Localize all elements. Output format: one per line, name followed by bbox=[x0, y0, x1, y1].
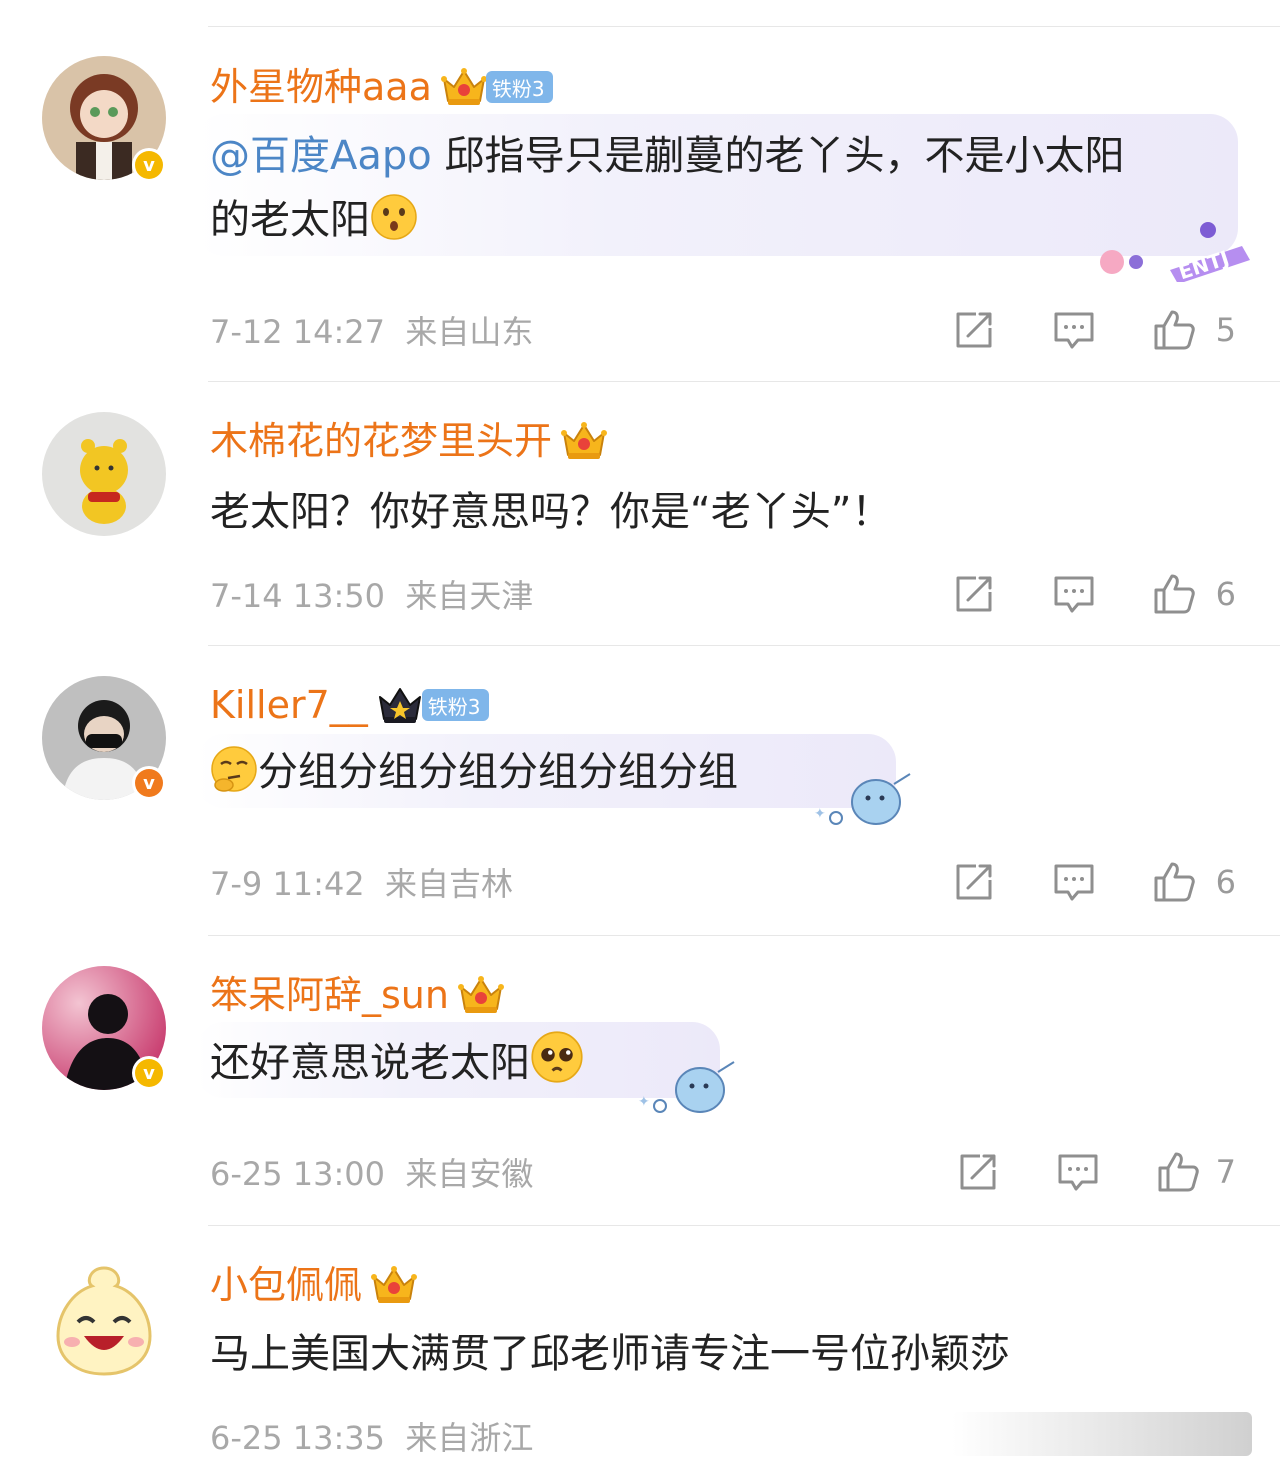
comment-text: 分组分组分组分组分组分组 bbox=[210, 740, 738, 804]
avatar[interactable] bbox=[42, 1256, 166, 1380]
username[interactable]: 木棉花的花梦里头开 bbox=[210, 416, 552, 466]
crown-icon bbox=[440, 65, 488, 109]
location: 来自安徽 bbox=[405, 1155, 534, 1193]
timestamp: 6-25 13:35 bbox=[210, 1419, 386, 1457]
like-count: 5 bbox=[1215, 311, 1236, 349]
crown-icon bbox=[376, 683, 424, 727]
fan-badge[interactable]: 铁粉3 bbox=[485, 71, 553, 103]
fan-badge[interactable]: 铁粉3 bbox=[421, 689, 489, 721]
comment-item: v 外星物种aaa 铁粉3 @百度Aapo 邱指导只是蒯蔓的老丫头，不是小太阳 … bbox=[0, 0, 1280, 382]
verified-icon: v bbox=[132, 148, 166, 182]
like-icon[interactable] bbox=[1152, 860, 1196, 904]
username[interactable]: Killer7__ bbox=[210, 680, 368, 730]
like-icon[interactable] bbox=[1152, 308, 1196, 352]
comment-item: 木棉花的花梦里头开 老太阳？你好意思吗？你是“老丫头”！ 7-14 13:50 … bbox=[0, 382, 1280, 646]
like-count: 7 bbox=[1215, 1153, 1236, 1191]
surprised-face-emoji bbox=[371, 194, 417, 240]
share-icon[interactable] bbox=[956, 1150, 1000, 1194]
comment-text: 还好意思说老太阳 bbox=[210, 1030, 584, 1095]
timestamp: 7-12 14:27 bbox=[210, 313, 386, 351]
reply-icon[interactable] bbox=[1052, 860, 1096, 904]
crown-icon bbox=[370, 1263, 418, 1307]
comment-meta: 7-12 14:27 来自山东 bbox=[210, 312, 533, 352]
watermark bbox=[952, 1412, 1252, 1456]
verified-icon: v bbox=[132, 766, 166, 800]
timestamp: 7-14 13:50 bbox=[210, 577, 386, 615]
comment-text-body: 老太阳？你好意思吗？你是“老丫头”！ bbox=[210, 489, 892, 535]
like-count: 6 bbox=[1215, 575, 1236, 613]
comment-actions: 5 bbox=[940, 308, 1280, 356]
crown-icon bbox=[457, 973, 505, 1017]
comment-meta: 6-25 13:35 来自浙江 bbox=[210, 1418, 533, 1458]
comment-text-body: 分组分组分组分组分组分组 bbox=[258, 749, 738, 795]
entj-text: ENTJ bbox=[1176, 246, 1232, 282]
share-icon[interactable] bbox=[952, 860, 996, 904]
comment-text: 马上美国大满贯了邱老师请专注一号位孙颖莎 bbox=[210, 1322, 1010, 1386]
username[interactable]: 外星物种aaa bbox=[210, 62, 432, 112]
comment-text-line2: 的老太阳 bbox=[210, 197, 370, 243]
timestamp: 7-9 11:42 bbox=[210, 865, 365, 903]
comment-actions: 6 bbox=[940, 572, 1280, 620]
reply-icon[interactable] bbox=[1056, 1150, 1100, 1194]
crown-icon bbox=[560, 419, 608, 463]
location: 来自山东 bbox=[405, 313, 534, 351]
avatar[interactable] bbox=[42, 412, 166, 536]
comment-meta: 7-9 11:42 来自吉林 bbox=[210, 864, 513, 904]
share-icon[interactable] bbox=[952, 572, 996, 616]
comment-item: v Killer7__ 铁粉3 分组分组分组分组分组分组 ✦ 7-9 11:42… bbox=[0, 646, 1280, 936]
comment-item: v 笨呆阿辞_sun 还好意思说老太阳 ✦ 6-25 13:00 来自安徽 7 bbox=[0, 936, 1280, 1226]
svg-text:✦: ✦ bbox=[814, 806, 826, 822]
whale-sticker: ✦ bbox=[638, 1061, 735, 1113]
reply-icon[interactable] bbox=[1052, 572, 1096, 616]
comment-item: 小包佩佩 马上美国大满贯了邱老师请专注一号位孙颖莎 6-25 13:35 来自浙… bbox=[0, 1226, 1280, 1482]
comment-text: @百度Aapo 邱指导只是蒯蔓的老丫头，不是小太阳 的老太阳 bbox=[210, 124, 1240, 252]
thinking-face-emoji bbox=[211, 746, 257, 792]
pleading-face-emoji bbox=[531, 1031, 583, 1083]
share-icon[interactable] bbox=[952, 308, 996, 352]
verified-icon: v bbox=[132, 1056, 166, 1090]
whale-sticker: ✦ bbox=[814, 773, 911, 825]
comment-text: 老太阳？你好意思吗？你是“老丫头”！ bbox=[210, 480, 891, 544]
like-icon[interactable] bbox=[1152, 572, 1196, 616]
comment-meta: 6-25 13:00 来自安徽 bbox=[210, 1154, 533, 1194]
comment-actions: 7 bbox=[940, 1150, 1280, 1198]
like-icon[interactable] bbox=[1156, 1150, 1200, 1194]
reply-icon[interactable] bbox=[1052, 308, 1096, 352]
comment-meta: 7-14 13:50 来自天津 bbox=[210, 576, 533, 616]
svg-text:✦: ✦ bbox=[638, 1094, 650, 1110]
comment-text-line1: 邱指导只是蒯蔓的老丫头，不是小太阳 bbox=[431, 133, 1125, 179]
location: 来自吉林 bbox=[385, 865, 514, 903]
username[interactable]: 笨呆阿辞_sun bbox=[210, 970, 449, 1020]
entj-sticker: ENTJ bbox=[1100, 222, 1250, 282]
username[interactable]: 小包佩佩 bbox=[210, 1260, 362, 1310]
timestamp: 6-25 13:00 bbox=[210, 1155, 386, 1193]
comment-actions: 6 bbox=[940, 860, 1280, 908]
location: 来自浙江 bbox=[405, 1419, 534, 1457]
location: 来自天津 bbox=[405, 577, 534, 615]
comment-text-body: 还好意思说老太阳 bbox=[210, 1040, 530, 1086]
comment-text-body: 马上美国大满贯了邱老师请专注一号位孙颖莎 bbox=[210, 1331, 1010, 1377]
like-count: 6 bbox=[1215, 863, 1236, 901]
mention-link[interactable]: @百度Aapo bbox=[210, 133, 432, 179]
